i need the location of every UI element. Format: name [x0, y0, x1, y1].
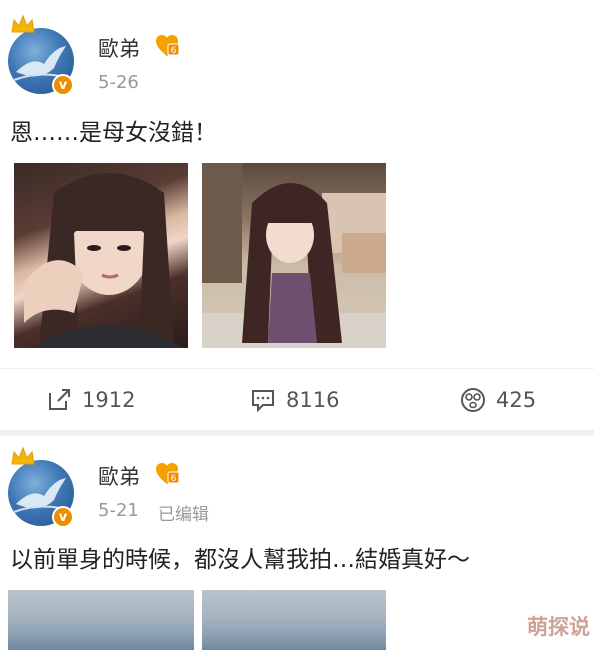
post-text: 以前單身的時候，都沒人幫我拍…結婚真好～ — [10, 547, 470, 573]
weibo-post-2: v 歐弟 6 5-21 已编辑 以前單身的時候，都沒人幫我拍…結婚真好～ — [0, 436, 594, 650]
watermark: 萌探说 — [527, 615, 590, 639]
portrait-figure — [24, 173, 184, 348]
comment-count: 8116 — [286, 388, 340, 412]
edited-label: 已编辑 — [158, 505, 209, 525]
sea-image-1[interactable] — [8, 590, 194, 650]
repost-button[interactable]: 1912 — [46, 387, 135, 413]
svg-text:6: 6 — [171, 46, 177, 56]
verified-badge: v — [52, 74, 74, 96]
comment-button[interactable]: 8116 — [250, 387, 339, 413]
repost-count: 1912 — [82, 388, 136, 412]
avatar[interactable]: v — [8, 14, 74, 96]
verified-badge: v — [52, 506, 74, 528]
vip-badge-icon[interactable]: 6 — [154, 33, 180, 59]
action-bar: 1912 8116 425 — [0, 368, 594, 431]
post-text: 恩……是母女沒錯！ — [10, 120, 217, 146]
avatar[interactable]: v — [8, 446, 74, 528]
post-time: 5-21 — [98, 500, 139, 521]
child-figure — [202, 163, 386, 348]
crown-icon — [11, 446, 35, 465]
comment-icon — [252, 390, 274, 413]
like-count: 425 — [496, 388, 537, 412]
repost-icon — [49, 389, 70, 410]
woman-portrait-image[interactable] — [14, 163, 188, 348]
svg-text:6: 6 — [171, 474, 177, 484]
author-name[interactable]: 歐弟 — [98, 461, 140, 491]
weibo-post-1: v 歐弟 6 5-26 恩……是母女沒錯！ 1912 8116 425 — [0, 0, 594, 430]
child-portrait-image[interactable] — [202, 163, 386, 348]
crown-icon — [11, 14, 35, 33]
like-icon — [461, 388, 485, 412]
post-time: 5-26 — [98, 72, 139, 93]
like-button[interactable]: 425 — [460, 387, 536, 413]
author-name[interactable]: 歐弟 — [98, 33, 140, 63]
sea-image-2[interactable] — [202, 590, 386, 650]
vip-badge-icon[interactable]: 6 — [154, 461, 180, 487]
